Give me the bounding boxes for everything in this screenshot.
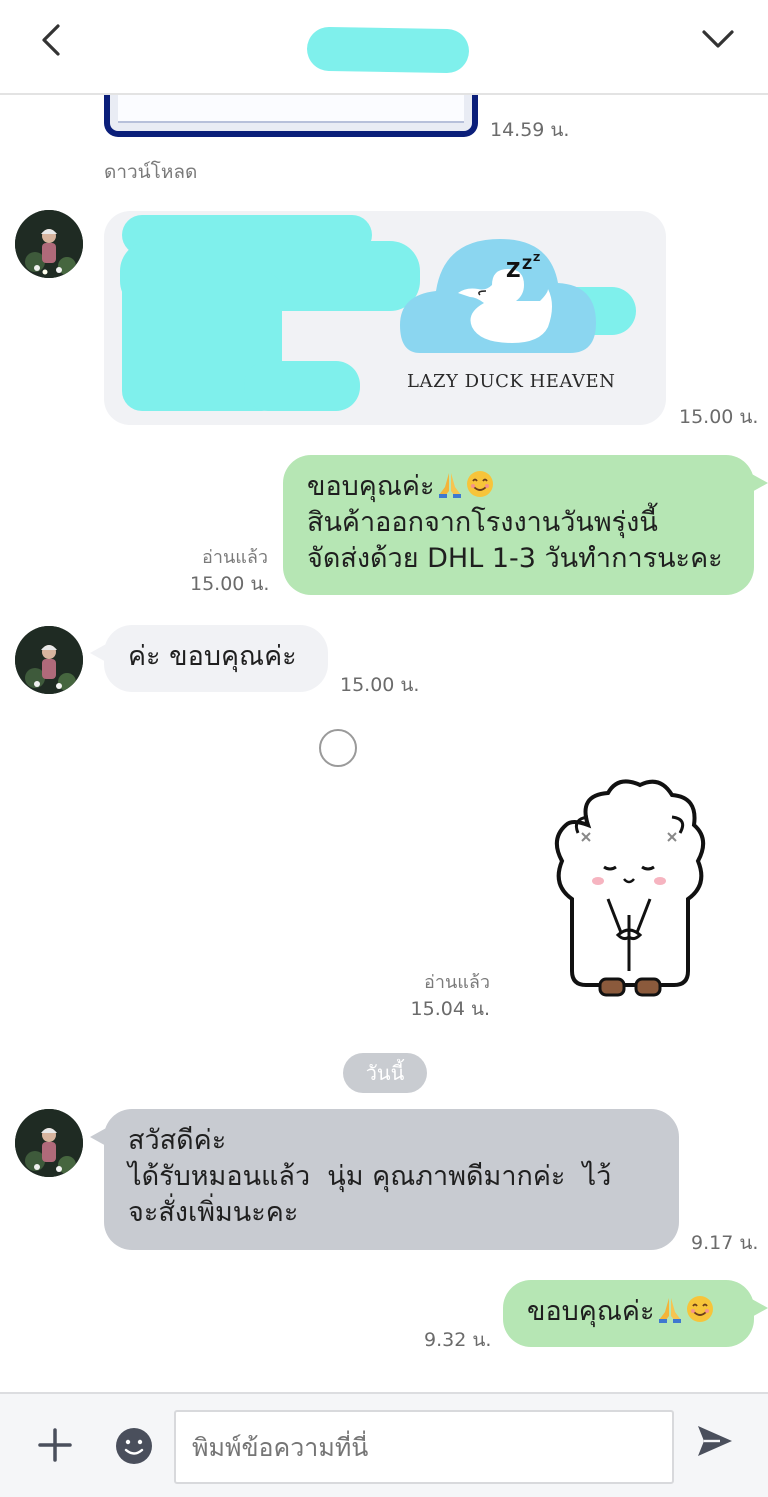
image-message[interactable]: Z Z Z LAZY DUCK HEAVEN [104,211,666,425]
svg-text:Z: Z [522,257,532,273]
sheep-bowing-sticker[interactable] [548,775,710,1005]
chat-header [0,0,768,95]
outgoing-message[interactable]: ขอบคุณค่ะ สินค้าออกจากโรงงานวันพรุ่งนี้ … [283,455,768,595]
praying-hands-icon [438,473,461,498]
bubble-tail [90,643,108,663]
add-attachment-button[interactable] [36,1426,74,1464]
smiling-face-icon [466,471,493,497]
message-input[interactable] [174,1410,674,1484]
file-preview [118,95,464,123]
image-caption: LAZY DUCK HEAVEN [407,371,616,392]
smiley-icon [116,1428,152,1464]
send-icon [698,1426,732,1456]
loading-spinner [319,729,357,767]
message-line: จะสั่งเพิ่มนะคะ [128,1197,299,1228]
send-button[interactable] [694,1420,736,1462]
praying-hands-icon [658,1298,681,1323]
redaction [244,361,360,411]
chat-message-list[interactable]: 14.59 น. ดาวน์โหลด Z Z Z LAZY DUCK HEAVE… [0,95,768,1392]
avatar-photo [15,210,83,278]
avatar-photo [15,1109,83,1177]
message-line: ขอบคุณค่ะ [307,469,730,505]
incoming-message[interactable]: ค่ะ ขอบคุณค่ะ [90,625,328,692]
svg-text:Z: Z [533,253,540,264]
message-text: ค่ะ ขอบคุณค่ะ [128,641,297,672]
chevron-left-icon [42,24,60,56]
avatar[interactable] [15,626,83,694]
smiling-face-icon [686,1296,713,1322]
avatar[interactable] [15,210,83,278]
emoji-button[interactable] [114,1426,154,1466]
date-separator: วันนี้ [343,1053,427,1093]
message-time: 15.00 น. [679,406,759,428]
message-time: 9.17 น. [691,1232,759,1254]
duck-logo-icon: Z Z Z [400,239,596,353]
menu-toggle-button[interactable] [696,22,740,58]
chat-title-redacted [306,26,470,74]
message-time: 14.59 น. [490,119,570,141]
bubble-tail [90,1127,108,1147]
file-attachment-card[interactable] [104,95,478,137]
message-line: สวัสดีค่ะ [128,1125,227,1156]
avatar-photo [15,626,83,694]
read-receipt: อ่านแล้ว 15.04 น. [406,970,490,1022]
avatar[interactable] [15,1109,83,1177]
chevron-down-icon [702,30,734,48]
read-label: อ่านแล้ว [202,547,268,568]
read-label: อ่านแล้ว [424,972,490,993]
back-button[interactable] [30,18,74,62]
message-time: 15.00 น. [340,674,420,696]
message-time: 15.00 น. [190,573,270,595]
incoming-message[interactable]: สวัสดีค่ะ ได้รับหมอนแล้ว นุ่ม คุณภาพดีมา… [90,1109,679,1250]
bubble-tail [750,473,768,493]
svg-text:Z: Z [506,258,521,282]
bubble-tail [750,1298,768,1318]
message-line: จัดส่งด้วย DHL 1-3 วันทำการนะคะ [307,543,723,574]
message-input-bar [0,1392,768,1497]
read-receipt: อ่านแล้ว 15.00 น. [190,545,270,597]
outgoing-message[interactable]: ขอบคุณค่ะ [503,1280,768,1347]
message-line: ได้รับหมอนแล้ว นุ่ม คุณภาพดีมากค่ะ ไว้ [128,1161,612,1192]
download-link[interactable]: ดาวน์โหลด [104,157,197,187]
message-time: 15.04 น. [410,998,490,1020]
message-line: สินค้าออกจากโรงงานวันพรุ่งนี้ [307,507,658,538]
plus-icon [38,1428,72,1462]
message-line: ขอบคุณค่ะ [527,1294,730,1330]
message-time: 9.32 น. [424,1329,492,1351]
